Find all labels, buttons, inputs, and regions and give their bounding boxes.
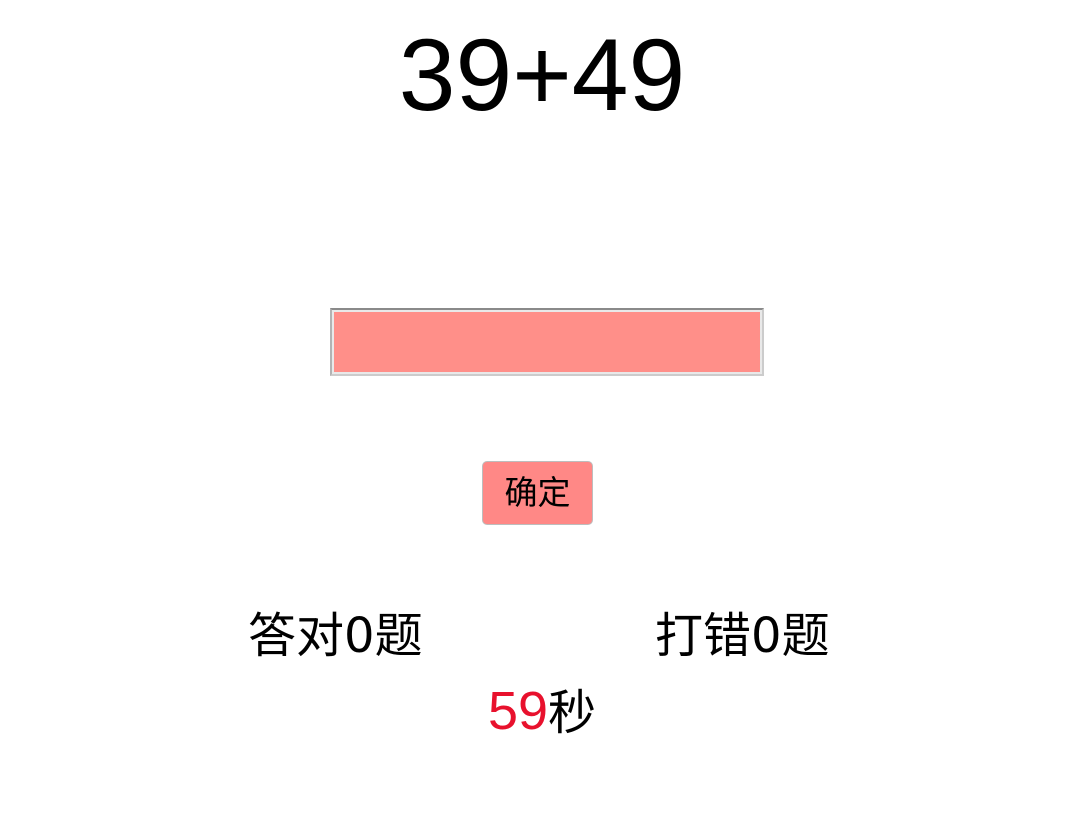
timer-unit: 秒	[548, 685, 597, 741]
correct-count-stat: 答对0题	[248, 604, 423, 668]
confirm-button[interactable]: 确定	[482, 461, 593, 525]
wrong-count: 0	[751, 608, 782, 664]
correct-prefix: 答对	[248, 608, 345, 664]
timer-seconds: 59	[487, 681, 549, 741]
correct-suffix: 题	[374, 608, 423, 664]
question-text: 39+49	[398, 18, 686, 132]
quiz-page: 39+49 确定 答对0题 打错0题 59秒	[0, 0, 1084, 824]
wrong-count-stat: 打错0题	[655, 604, 830, 668]
wrong-prefix: 打错	[655, 608, 752, 664]
correct-count: 0	[344, 608, 375, 664]
answer-input[interactable]	[330, 308, 764, 376]
wrong-suffix: 题	[781, 608, 830, 664]
countdown-timer: 59秒	[0, 678, 1084, 746]
